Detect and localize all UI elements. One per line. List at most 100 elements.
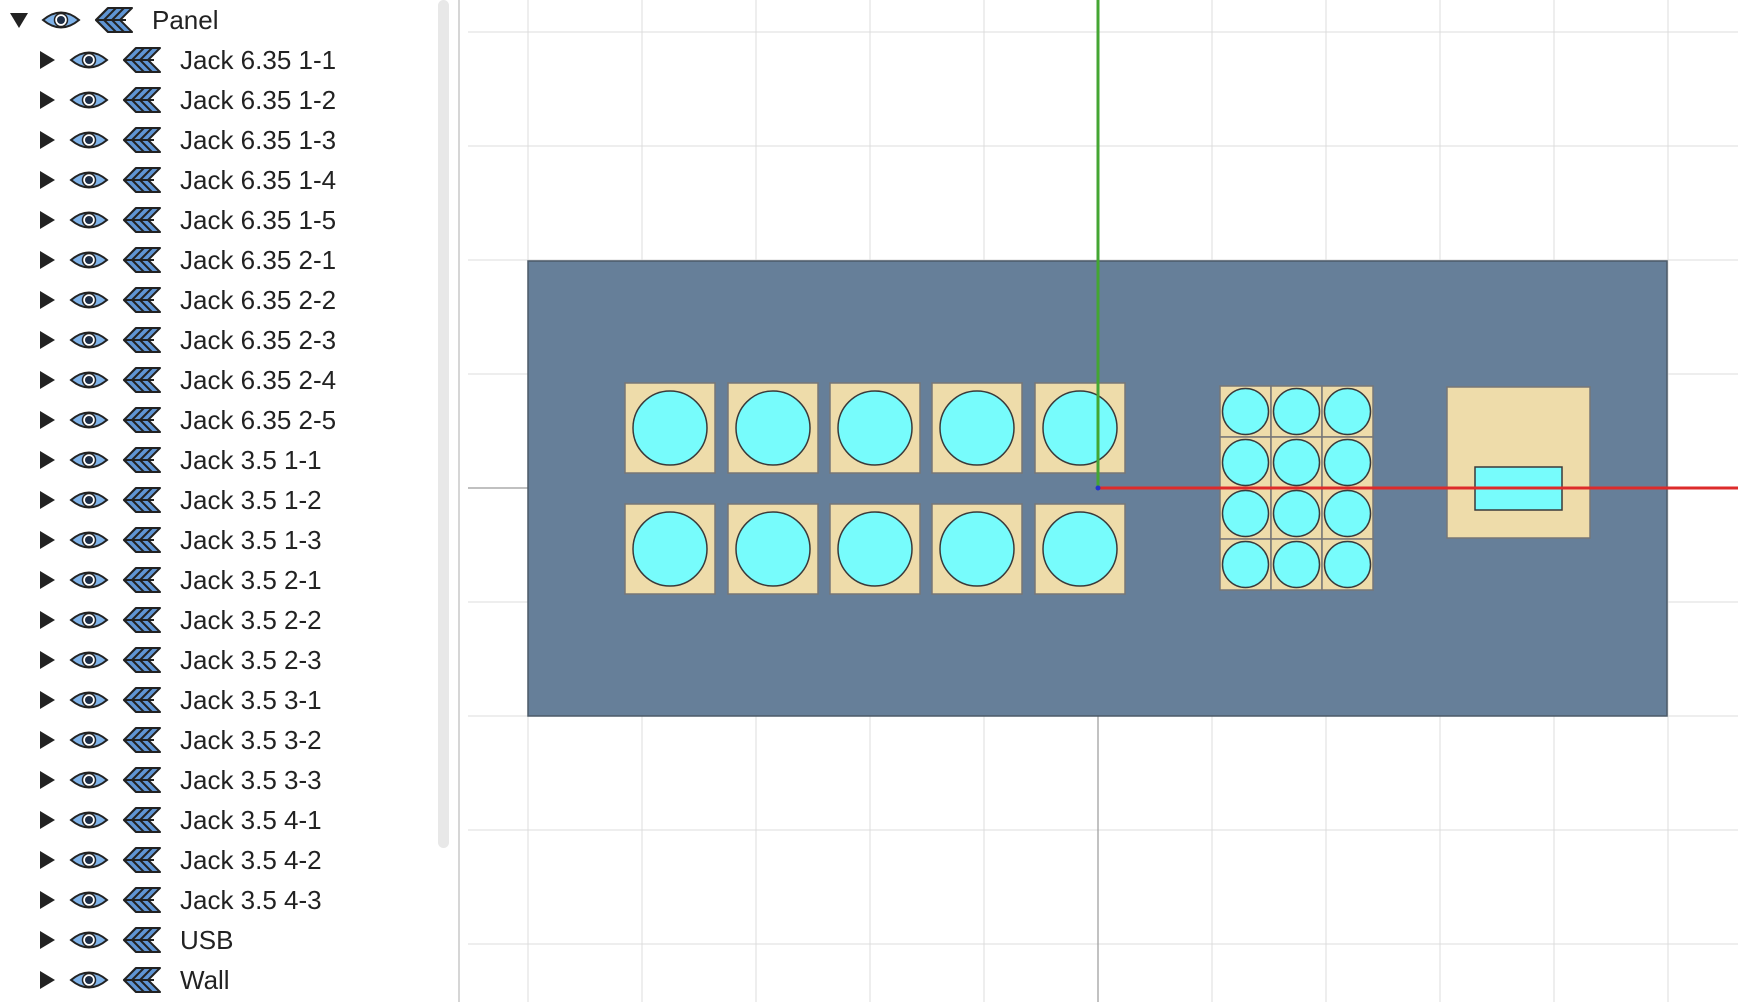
triangle-right-icon[interactable] [36, 849, 58, 871]
eye-icon[interactable] [68, 886, 110, 914]
triangle-right-icon[interactable] [36, 89, 58, 111]
eye-icon[interactable] [68, 126, 110, 154]
triangle-right-icon[interactable] [36, 969, 58, 991]
jack-hole[interactable] [939, 390, 1015, 466]
tree-item[interactable]: Jack 3.5 3-1 [36, 680, 322, 720]
triangle-right-icon[interactable] [36, 329, 58, 351]
tree-item[interactable]: Jack 3.5 4-3 [36, 880, 322, 920]
eye-icon[interactable] [68, 206, 110, 234]
eye-icon[interactable] [68, 46, 110, 74]
jack-hole-small[interactable] [1221, 489, 1270, 538]
triangle-right-icon[interactable] [36, 449, 58, 471]
jack-hole[interactable] [939, 511, 1015, 587]
triangle-right-icon[interactable] [36, 489, 58, 511]
tree-item[interactable]: Jack 6.35 1-4 [36, 160, 336, 200]
triangle-right-icon[interactable] [36, 889, 58, 911]
canvas-viewport[interactable] [460, 0, 1738, 1002]
jack-hole[interactable] [1042, 511, 1118, 587]
triangle-right-icon[interactable] [36, 289, 58, 311]
tree-item[interactable]: Jack 3.5 4-2 [36, 840, 322, 880]
triangle-right-icon[interactable] [36, 609, 58, 631]
jack-hole-small[interactable] [1272, 387, 1321, 436]
eye-icon[interactable] [68, 286, 110, 314]
jack-hole[interactable] [837, 390, 913, 466]
scene-canvas[interactable] [460, 0, 1738, 1002]
origin-marker[interactable] [1095, 485, 1101, 491]
triangle-right-icon[interactable] [36, 249, 58, 271]
tree-item[interactable]: Jack 3.5 2-3 [36, 640, 322, 680]
jack-hole[interactable] [632, 390, 708, 466]
tree-item[interactable]: Jack 6.35 1-3 [36, 120, 336, 160]
tree-item[interactable]: Jack 6.35 2-1 [36, 240, 336, 280]
jack-hole-small[interactable] [1323, 540, 1372, 589]
eye-icon[interactable] [68, 406, 110, 434]
eye-icon[interactable] [68, 646, 110, 674]
eye-icon[interactable] [68, 766, 110, 794]
triangle-right-icon[interactable] [36, 169, 58, 191]
eye-icon[interactable] [68, 486, 110, 514]
eye-icon[interactable] [68, 726, 110, 754]
tree-item[interactable]: Jack 6.35 1-1 [36, 40, 336, 80]
tree-item[interactable]: Jack 6.35 2-3 [36, 320, 336, 360]
eye-icon[interactable] [68, 566, 110, 594]
triangle-right-icon[interactable] [36, 689, 58, 711]
jack-hole-small[interactable] [1323, 438, 1372, 487]
tree-scrollbar[interactable] [438, 0, 449, 848]
eye-icon[interactable] [68, 326, 110, 354]
tree-item[interactable]: Jack 3.5 4-1 [36, 800, 322, 840]
triangle-right-icon[interactable] [36, 649, 58, 671]
jack-hole-small[interactable] [1272, 438, 1321, 487]
triangle-right-icon[interactable] [36, 729, 58, 751]
jack-hole[interactable] [632, 511, 708, 587]
eye-icon[interactable] [68, 846, 110, 874]
usb-socket[interactable] [1446, 386, 1591, 539]
tree-item[interactable]: Wall [36, 960, 230, 1000]
triangle-right-icon[interactable] [36, 129, 58, 151]
eye-icon[interactable] [68, 446, 110, 474]
eye-icon[interactable] [68, 926, 110, 954]
eye-icon[interactable] [68, 366, 110, 394]
eye-icon[interactable] [68, 806, 110, 834]
jack-hole-small[interactable] [1221, 438, 1270, 487]
eye-icon[interactable] [68, 966, 110, 994]
triangle-down-icon[interactable] [8, 9, 30, 31]
eye-icon[interactable] [68, 686, 110, 714]
tree-item[interactable]: Jack 6.35 2-5 [36, 400, 336, 440]
eye-icon[interactable] [68, 246, 110, 274]
jack-hole[interactable] [735, 390, 811, 466]
tree-item[interactable]: Jack 3.5 1-1 [36, 440, 322, 480]
jack-hole[interactable] [837, 511, 913, 587]
tree-item[interactable]: Jack 6.35 1-5 [36, 200, 336, 240]
triangle-right-icon[interactable] [36, 769, 58, 791]
jack-hole[interactable] [1042, 390, 1118, 466]
tree-item[interactable]: Jack 6.35 1-2 [36, 80, 336, 120]
eye-icon[interactable] [68, 526, 110, 554]
triangle-right-icon[interactable] [36, 409, 58, 431]
tree-item[interactable]: Jack 3.5 1-2 [36, 480, 322, 520]
triangle-right-icon[interactable] [36, 929, 58, 951]
tree-item[interactable]: Jack 3.5 3-3 [36, 760, 322, 800]
tree-item[interactable]: Jack 6.35 2-2 [36, 280, 336, 320]
triangle-right-icon[interactable] [36, 209, 58, 231]
triangle-right-icon[interactable] [36, 809, 58, 831]
triangle-right-icon[interactable] [36, 529, 58, 551]
jack-hole-small[interactable] [1221, 387, 1270, 436]
tree-item[interactable]: Jack 3.5 3-2 [36, 720, 322, 760]
triangle-right-icon[interactable] [36, 569, 58, 591]
eye-icon[interactable] [68, 86, 110, 114]
tree-item[interactable]: USB [36, 920, 233, 960]
jack-hole-small[interactable] [1272, 489, 1321, 538]
triangle-right-icon[interactable] [36, 369, 58, 391]
jack-hole-small[interactable] [1323, 489, 1372, 538]
jack-hole-small[interactable] [1272, 540, 1321, 589]
eye-icon[interactable] [68, 166, 110, 194]
jack-hole[interactable] [735, 511, 811, 587]
tree-item[interactable]: Jack 3.5 1-3 [36, 520, 322, 560]
tree-item[interactable]: Jack 3.5 2-1 [36, 560, 322, 600]
eye-icon[interactable] [68, 606, 110, 634]
triangle-right-icon[interactable] [36, 49, 58, 71]
tree-item[interactable]: Jack 6.35 2-4 [36, 360, 336, 400]
tree-item[interactable]: Jack 3.5 2-2 [36, 600, 322, 640]
jack-hole-small[interactable] [1221, 540, 1270, 589]
eye-icon[interactable] [40, 6, 82, 34]
